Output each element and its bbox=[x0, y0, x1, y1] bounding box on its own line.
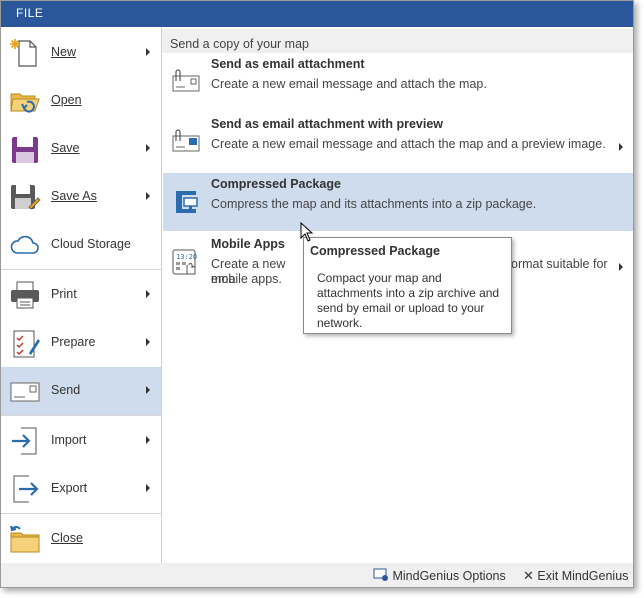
email-attachment-icon bbox=[172, 69, 200, 92]
chevron-right-icon bbox=[146, 290, 150, 298]
option-description: Compress the map and its attachments int… bbox=[211, 197, 537, 211]
menu-item-open[interactable]: Open bbox=[1, 77, 161, 125]
menu-label: Open bbox=[51, 93, 82, 107]
close-folder-icon bbox=[10, 525, 40, 553]
menu-divider bbox=[1, 269, 161, 270]
menu-label: Close bbox=[51, 531, 83, 545]
chevron-right-icon bbox=[146, 386, 150, 394]
export-icon bbox=[13, 475, 39, 503]
cloud-icon bbox=[10, 235, 39, 254]
menu-label: Save As bbox=[51, 189, 97, 203]
menu-label: Prepare bbox=[51, 335, 96, 349]
section-title: Send a copy of your map bbox=[170, 37, 309, 51]
mindgenius-options-button[interactable]: MindGenius Options bbox=[373, 568, 506, 583]
open-folder-icon bbox=[10, 93, 40, 113]
new-document-icon bbox=[10, 39, 37, 67]
option-description: Create a new email message and attach th… bbox=[211, 137, 606, 151]
menu-label: Save bbox=[51, 141, 80, 155]
save-disk-icon bbox=[12, 137, 38, 163]
option-email-with-preview[interactable]: Send as email attachment with preview Cr… bbox=[163, 113, 633, 171]
tooltip-title: Compressed Package bbox=[310, 244, 440, 258]
menu-item-send[interactable]: Send bbox=[1, 367, 161, 415]
svg-text:13:20: 13:20 bbox=[176, 253, 197, 261]
printer-icon bbox=[11, 281, 39, 309]
option-title: Send as email attachment with preview bbox=[211, 117, 444, 131]
chevron-right-icon bbox=[146, 484, 150, 492]
menu-label: New bbox=[51, 45, 77, 59]
options-icon bbox=[373, 568, 388, 581]
email-preview-icon bbox=[172, 129, 200, 152]
exit-button[interactable]: ✕ Exit MindGenius bbox=[523, 568, 628, 584]
menu-item-prepare[interactable]: Prepare bbox=[1, 319, 161, 367]
chevron-right-icon bbox=[146, 192, 150, 200]
menu-label: Send bbox=[51, 383, 81, 397]
send-envelope-icon bbox=[10, 382, 40, 402]
menu-divider bbox=[1, 415, 161, 416]
section-header: Send a copy of your map bbox=[162, 29, 633, 53]
menu-item-import[interactable]: Import bbox=[1, 417, 161, 465]
menu-item-new[interactable]: New bbox=[1, 29, 161, 77]
exit-label: Exit MindGenius bbox=[537, 569, 629, 583]
option-title: Compressed Package bbox=[211, 177, 341, 191]
checklist-icon bbox=[13, 330, 40, 358]
import-icon bbox=[12, 427, 37, 455]
chevron-right-icon bbox=[619, 263, 623, 271]
file-tab[interactable]: FILE bbox=[16, 6, 43, 20]
save-as-icon bbox=[11, 185, 41, 210]
chevron-right-icon bbox=[619, 143, 623, 151]
option-title: Send as email attachment bbox=[211, 57, 365, 71]
chevron-right-icon bbox=[146, 338, 150, 346]
menu-item-save-as[interactable]: Save As bbox=[1, 173, 161, 221]
menu-item-print[interactable]: Print bbox=[1, 271, 161, 319]
options-label: MindGenius Options bbox=[392, 569, 506, 583]
option-email-attachment[interactable]: Send as email attachment Create a new em… bbox=[163, 53, 633, 111]
close-icon: ✕ bbox=[523, 568, 534, 583]
menu-item-export[interactable]: Export bbox=[1, 465, 161, 513]
menu-label: Print bbox=[51, 287, 77, 301]
chevron-right-icon bbox=[146, 436, 150, 444]
menu-item-close[interactable]: Close bbox=[1, 515, 161, 563]
option-description-end: ormat suitable for bbox=[511, 257, 608, 271]
menu-label: Import bbox=[51, 433, 87, 447]
tooltip-body: Compact your map and attachments into a … bbox=[317, 271, 500, 330]
title-bar: FILE bbox=[1, 1, 633, 27]
mouse-cursor-icon bbox=[300, 222, 314, 242]
bottom-bar: MindGenius Options ✕ Exit MindGenius bbox=[1, 563, 633, 587]
menu-item-cloud-storage[interactable]: Cloud Storage bbox=[1, 221, 161, 269]
chevron-right-icon bbox=[146, 48, 150, 56]
menu-label: Export bbox=[51, 481, 88, 495]
option-description: Create a new email message and attach th… bbox=[211, 77, 487, 91]
file-menu: New Open Save Save As Cloud Storage Prin… bbox=[1, 27, 161, 563]
tooltip: Compressed Package Compact your map and … bbox=[303, 237, 512, 334]
menu-item-save[interactable]: Save bbox=[1, 125, 161, 173]
chevron-right-icon bbox=[146, 144, 150, 152]
option-title: Mobile Apps bbox=[211, 237, 285, 251]
compress-clamp-icon bbox=[176, 191, 198, 213]
menu-label: Cloud Storage bbox=[51, 237, 131, 251]
option-compressed-package[interactable]: Compressed Package Compress the map and … bbox=[163, 173, 633, 231]
mobile-apps-icon: 13:20 bbox=[172, 249, 197, 275]
menu-divider bbox=[1, 513, 161, 514]
